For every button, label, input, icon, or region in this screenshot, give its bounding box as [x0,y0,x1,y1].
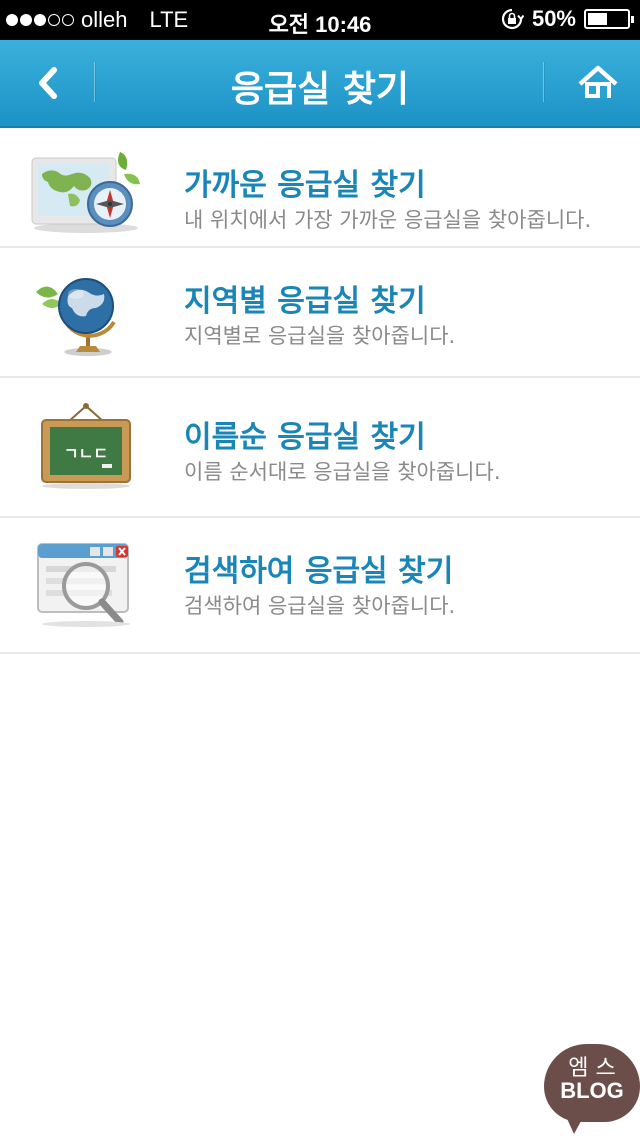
menu-item-subtitle: 지역별로 응급실을 찾아줍니다. [184,324,456,348]
status-right: 50% [500,6,634,32]
battery-icon [584,9,634,29]
menu-item-title: 이름순 응급실 찾기 [184,420,426,455]
status-bar: olleh LTE 오전 10:46 50% [0,0,640,40]
header-bar: 응급실 찾기 [0,40,640,128]
page-title: 응급실 찾기 [230,69,410,110]
menu-item-title: 가까운 응급실 찾기 [184,168,426,203]
battery-percent: 50% [531,6,576,31]
menu-item-nearby[interactable]: 가까운 응급실 찾기 내 위치에서 가장 가까운 응급실을 찾아줍니다. [0,128,640,248]
chalkboard-icon: ㄱㄴㄷ [41,403,131,489]
map-compass-icon [31,152,140,233]
home-button[interactable] [574,60,622,108]
menu-item-subtitle: 내 위치에서 가장 가까운 응급실을 찾아줍니다. [184,208,592,232]
home-icon [578,65,618,98]
header-divider-right [543,62,544,102]
globe-icon [36,278,116,356]
rotation-lock-icon [501,8,524,30]
search-window-icon [37,543,130,627]
menu-list: 가까운 응급실 찾기 내 위치에서 가장 가까운 응급실을 찾아줍니다. 지역별… [0,128,640,654]
chalkboard-label: ㄱㄴㄷ [64,444,108,463]
menu-item-title: 지역별 응급실 찾기 [184,284,426,319]
menu-item-subtitle: 검색하여 응급실을 찾아줍니다. [184,594,456,618]
watermark-line2: BLOG [560,1078,624,1103]
menu-item-search[interactable]: 검색하여 응급실 찾기 검색하여 응급실을 찾아줍니다. [0,518,640,654]
blog-watermark: 엠 스 BLOG [540,1040,640,1136]
menu-item-region[interactable]: 지역별 응급실 찾기 지역별로 응급실을 찾아줍니다. [0,248,640,378]
menu-item-name-order[interactable]: ㄱㄴㄷ 이름순 응급실 찾기 이름 순서대로 응급실을 찾아줍니다. [0,378,640,518]
menu-item-subtitle: 이름 순서대로 응급실을 찾아줍니다. [184,460,501,484]
menu-item-title: 검색하여 응급실 찾기 [184,554,454,589]
